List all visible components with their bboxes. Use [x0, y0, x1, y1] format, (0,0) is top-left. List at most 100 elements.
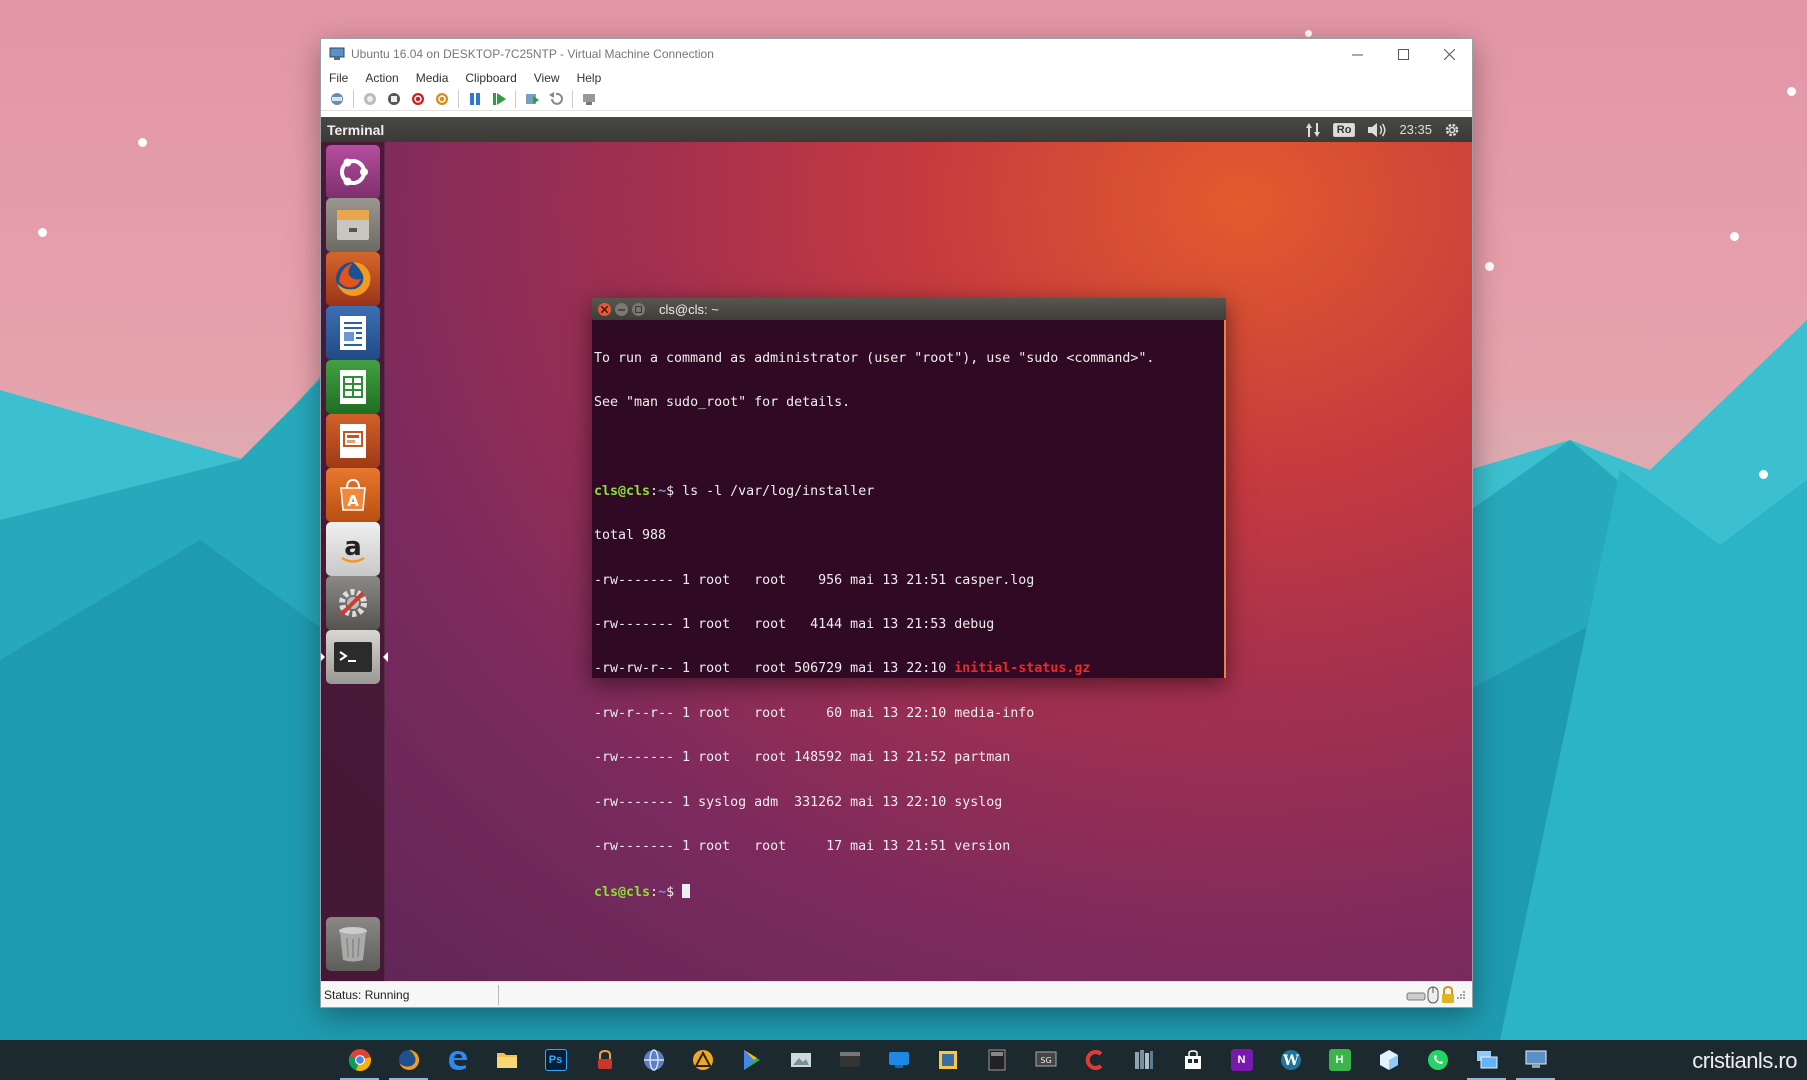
ctrl-alt-del-button[interactable] — [327, 89, 347, 109]
taskbar-app-21[interactable]: H — [1315, 1040, 1364, 1080]
file-meta: -rw------- 1 root root 4144 mai 13 21:53 — [594, 616, 955, 632]
vm-window-title: Ubuntu 16.04 on DESKTOP-7C25NTP - Virtua… — [351, 47, 714, 61]
minimize-button[interactable] — [1334, 39, 1380, 69]
close-icon — [1443, 48, 1455, 60]
taskbar-app-22[interactable] — [1364, 1040, 1413, 1080]
network-icon[interactable] — [1305, 122, 1321, 138]
taskbar-store[interactable] — [1168, 1040, 1217, 1080]
menu-media[interactable]: Media — [416, 71, 449, 85]
pause-icon — [470, 92, 480, 105]
terminal-output[interactable]: To run a command as administrator (user … — [592, 320, 1226, 931]
taskbar-play-store[interactable] — [727, 1040, 776, 1080]
taskbar-app-12[interactable] — [874, 1040, 923, 1080]
prompt-user: cls@cls — [594, 885, 651, 901]
revert-button[interactable] — [546, 89, 566, 109]
menu-view[interactable]: View — [534, 71, 560, 85]
checkpoint-icon — [526, 93, 539, 104]
launcher-impress[interactable] — [326, 414, 380, 468]
clock[interactable]: 23:35 — [1399, 122, 1432, 137]
start-button[interactable] — [360, 89, 380, 109]
maximize-button[interactable] — [1380, 39, 1426, 69]
taskbar-whatsapp[interactable] — [1413, 1040, 1462, 1080]
snow-dot — [1787, 87, 1796, 96]
taskbar-app-17[interactable] — [1119, 1040, 1168, 1080]
writer-icon — [340, 316, 366, 350]
launcher-files[interactable] — [326, 198, 380, 252]
resume-button[interactable] — [489, 89, 509, 109]
trash-icon — [339, 927, 367, 962]
taskbar-chrome[interactable] — [335, 1040, 384, 1080]
launcher-writer[interactable] — [326, 306, 380, 360]
terminal-close-button[interactable] — [598, 302, 611, 316]
terminal-resize-edge[interactable] — [1224, 320, 1226, 678]
file-list-row: -rw-r--r-- 1 root root 60 mai 13 22:10 m… — [594, 706, 1224, 722]
taskbar-app-11[interactable] — [825, 1040, 874, 1080]
mouse-icon — [1427, 986, 1439, 1003]
terminal-window[interactable]: cls@cls: ~ To run a command as administr… — [592, 298, 1226, 900]
volume-icon[interactable] — [1367, 122, 1387, 138]
file-name: version — [954, 838, 1011, 854]
file-list-row: -rw------- 1 syslog adm 331262 mai 13 22… — [594, 795, 1224, 811]
svg-text:a: a — [344, 532, 362, 562]
shut-down-button[interactable] — [408, 89, 428, 109]
close-button[interactable] — [1426, 39, 1472, 69]
taskbar-hyper-v-manager[interactable] — [1462, 1040, 1511, 1080]
taskbar-edge[interactable] — [433, 1040, 482, 1080]
vm-status-bar: Status: Running — [321, 981, 1472, 1007]
enhanced-session-icon — [583, 93, 595, 105]
launcher-terminal[interactable] — [321, 630, 388, 684]
taskbar-onenote[interactable]: N — [1217, 1040, 1266, 1080]
taskbar-app-6[interactable] — [580, 1040, 629, 1080]
file-name: partman — [954, 750, 1011, 766]
minimize-icon — [618, 308, 625, 311]
taskbar-vm-connection[interactable] — [1511, 1040, 1560, 1080]
terminal-titlebar[interactable]: cls@cls: ~ — [592, 298, 1226, 320]
folder-icon — [496, 1053, 517, 1068]
monitor-app-icon: SG — [1035, 1051, 1056, 1067]
terminal-icon — [334, 642, 372, 672]
wordpress-icon: W — [1280, 1050, 1301, 1070]
taskbar-app-13[interactable] — [923, 1040, 972, 1080]
launcher-firefox[interactable] — [326, 252, 380, 306]
vm-titlebar[interactable]: Ubuntu 16.04 on DESKTOP-7C25NTP - Virtua… — [321, 39, 1472, 69]
menu-help[interactable]: Help — [577, 71, 602, 85]
pause-button[interactable] — [465, 89, 485, 109]
terminal-maximize-button[interactable] — [632, 302, 645, 316]
launcher-dash[interactable] — [326, 145, 380, 199]
terminal-minimize-button[interactable] — [615, 302, 628, 316]
taskbar-app-8[interactable] — [678, 1040, 727, 1080]
vm-connection-icon — [329, 47, 345, 60]
taskbar-file-explorer[interactable] — [482, 1040, 531, 1080]
disk-activity-icon — [1406, 992, 1426, 1000]
vm-guest-screen[interactable]: Terminal Ro 23:35 A a cls@cls: ~ To run … — [321, 117, 1472, 981]
toolbar-separator — [515, 89, 516, 108]
terminal-prompt-line[interactable]: cls@cls:~$ — [594, 884, 1224, 901]
checkpoint-button[interactable] — [522, 89, 542, 109]
file-list-row: -rw-rw-r-- 1 root root 506729 mai 13 22:… — [594, 661, 1224, 677]
watermark: cristianls.ro — [1692, 1048, 1797, 1073]
taskbar-wordpress[interactable]: W — [1266, 1040, 1315, 1080]
system-menu-gear-icon[interactable] — [1444, 122, 1460, 138]
terminal-intro-line: See "man sudo_root" for details. — [594, 394, 851, 410]
menu-clipboard[interactable]: Clipboard — [465, 71, 516, 85]
menu-action[interactable]: Action — [365, 71, 398, 85]
taskbar-app-7[interactable] — [629, 1040, 678, 1080]
resize-grip-icon[interactable] — [1456, 990, 1466, 1000]
launcher-software-center[interactable]: A — [326, 468, 380, 522]
taskbar-app-16[interactable] — [1070, 1040, 1119, 1080]
keyboard-layout-indicator[interactable]: Ro — [1332, 122, 1356, 137]
taskbar-app-14[interactable] — [972, 1040, 1021, 1080]
taskbar-firefox[interactable] — [384, 1040, 433, 1080]
turn-off-button[interactable] — [384, 89, 404, 109]
menu-file[interactable]: File — [329, 71, 348, 85]
vm-menubar: File Action Media Clipboard View Help — [321, 69, 1472, 87]
launcher-calc[interactable] — [326, 360, 380, 414]
taskbar-app-15[interactable]: SG — [1021, 1040, 1070, 1080]
save-button[interactable] — [432, 89, 452, 109]
launcher-trash[interactable] — [326, 917, 380, 971]
enhanced-session-button[interactable] — [579, 89, 599, 109]
launcher-amazon[interactable]: a — [326, 522, 380, 576]
launcher-system-settings[interactable] — [326, 576, 380, 630]
taskbar-app-10[interactable] — [776, 1040, 825, 1080]
taskbar-photoshop[interactable]: Ps — [531, 1040, 580, 1080]
